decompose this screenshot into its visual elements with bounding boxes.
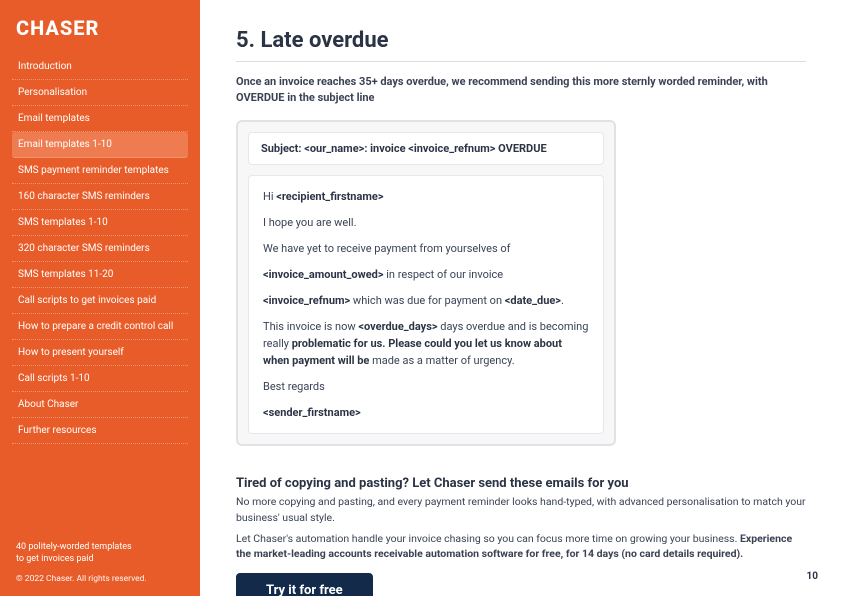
placeholder-amount: <invoice_amount_owed> bbox=[263, 268, 384, 281]
cta-section: Tired of copying and pasting? Let Chaser… bbox=[236, 476, 806, 596]
sidebar-nav: IntroductionPersonalisationEmail templat… bbox=[12, 54, 188, 529]
footer-line-1: 40 politely-worded templates bbox=[16, 542, 132, 552]
sidebar-item[interactable]: Call scripts to get invoices paid bbox=[12, 288, 188, 314]
intro-text: Once an invoice reaches 35+ days overdue… bbox=[236, 74, 806, 106]
email-body: Hi <recipient_firstname> I hope you are … bbox=[248, 175, 604, 434]
cta-title: Tired of copying and pasting? Let Chaser… bbox=[236, 476, 806, 491]
placeholder-date-due: <date_due> bbox=[505, 294, 561, 307]
footer-line-2: to get invoices paid bbox=[16, 554, 94, 564]
sidebar-item[interactable]: 160 character SMS reminders bbox=[12, 184, 188, 210]
page-title: 5. Late overdue bbox=[236, 28, 806, 62]
sidebar-item[interactable]: SMS templates 1-10 bbox=[12, 210, 188, 236]
sidebar-item[interactable]: How to prepare a credit control call bbox=[12, 314, 188, 340]
sidebar-item[interactable]: 320 character SMS reminders bbox=[12, 236, 188, 262]
sidebar-item[interactable]: Email templates 1-10 bbox=[12, 132, 188, 158]
sidebar-item[interactable]: About Chaser bbox=[12, 392, 188, 418]
placeholder-refnum: <invoice_refnum> bbox=[263, 294, 350, 307]
sidebar-footer: 40 politely-worded templates to get invo… bbox=[12, 541, 188, 566]
sidebar: CHASER IntroductionPersonalisationEmail … bbox=[0, 0, 200, 596]
body-line-5: This invoice is now <overdue_days> days … bbox=[263, 318, 589, 369]
sidebar-item[interactable]: Personalisation bbox=[12, 80, 188, 106]
body-line-2: We have yet to receive payment from your… bbox=[263, 240, 589, 257]
sidebar-item[interactable]: Call scripts 1-10 bbox=[12, 366, 188, 392]
subject-body: <our_name>: invoice <invoice_refnum> OVE… bbox=[304, 142, 546, 155]
sidebar-item[interactable]: SMS templates 11-20 bbox=[12, 262, 188, 288]
sender-line: <sender_firstname> bbox=[263, 404, 589, 421]
main-content: 5. Late overdue Once an invoice reaches … bbox=[200, 0, 842, 596]
placeholder-overdue-days: <overdue_days> bbox=[358, 320, 437, 333]
email-template-card: Subject: <our_name>: invoice <invoice_re… bbox=[236, 120, 616, 446]
body-line-3: <invoice_amount_owed> in respect of our … bbox=[263, 266, 589, 283]
sidebar-item[interactable]: Further resources bbox=[12, 418, 188, 444]
signoff: Best regards bbox=[263, 378, 589, 395]
sidebar-item[interactable]: Introduction bbox=[12, 54, 188, 80]
body-line-4: <invoice_refnum> which was due for payme… bbox=[263, 292, 589, 309]
copyright: © 2022 Chaser. All rights reserved. bbox=[12, 574, 188, 584]
subject-prefix: Subject: bbox=[261, 142, 304, 155]
cta-text-2: Let Chaser's automation handle your invo… bbox=[236, 531, 806, 561]
sidebar-item[interactable]: SMS payment reminder templates bbox=[12, 158, 188, 184]
greeting: Hi <recipient_firstname> bbox=[263, 188, 589, 205]
cta-text-1: No more copying and pasting, and every p… bbox=[236, 494, 806, 524]
page-number: 10 bbox=[807, 571, 818, 582]
try-it-free-button[interactable]: Try it for free bbox=[236, 573, 373, 596]
brand-logo: CHASER bbox=[12, 16, 188, 40]
sidebar-item[interactable]: How to present yourself bbox=[12, 340, 188, 366]
sidebar-item[interactable]: Email templates bbox=[12, 106, 188, 132]
body-line-1: I hope you are well. bbox=[263, 214, 589, 231]
subject-line: Subject: <our_name>: invoice <invoice_re… bbox=[248, 132, 604, 165]
placeholder-sender: <sender_firstname> bbox=[263, 406, 361, 419]
placeholder-recipient: <recipient_firstname> bbox=[276, 190, 383, 203]
